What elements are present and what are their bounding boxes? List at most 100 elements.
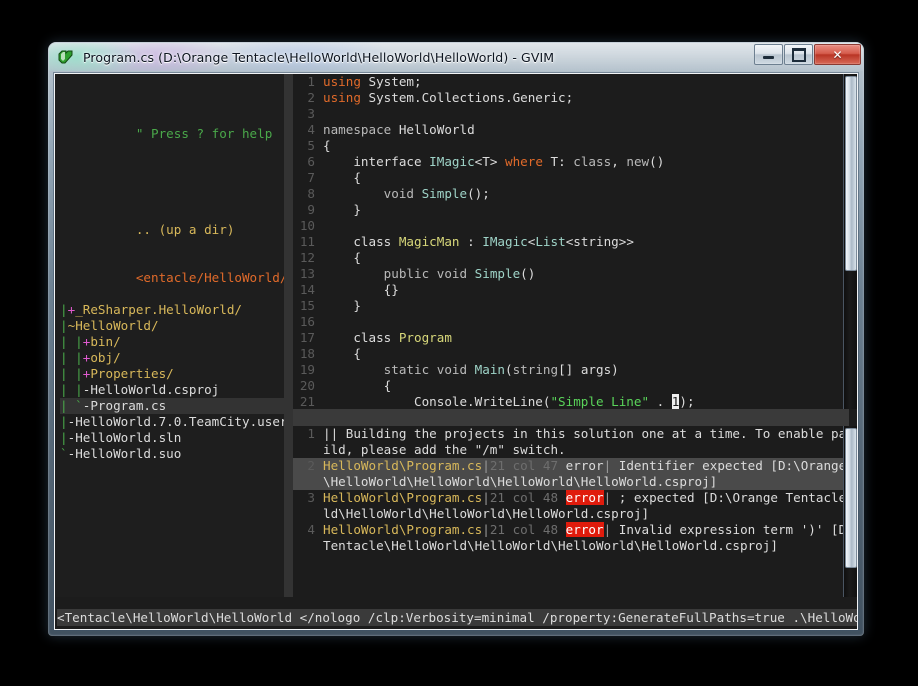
code-line-text: interface IMagic<T> where T: class, new(… [323,154,664,170]
quickfix-entry-wrap-text: ild, please add the "/m" switch. [323,442,566,457]
code-line[interactable]: 17 class Program [293,330,849,346]
code-token: { [323,378,392,393]
tree-item[interactable]: |+_ReSharper.HelloWorld/ [60,302,284,318]
code-line[interactable]: 19 static void Main(string[] args) [293,362,849,378]
code-token: Main [474,362,505,377]
quickfix-entry-wrap-text: \HelloWorld\HelloWorld\HelloWorld\HelloW… [323,474,718,489]
code-line[interactable]: 9 } [293,202,849,218]
code-token: IMagic [482,234,528,249]
titlebar[interactable]: Program.cs (D:\Orange Tentacle\HelloWorl… [48,42,864,72]
code-buffer[interactable]: 1 using System; 2 using System.Collections.… [293,74,849,409]
code-token: class [323,234,399,249]
code-line[interactable]: 3 [293,106,849,122]
code-token: HelloWorld [391,122,475,137]
code-line[interactable]: 10 [293,218,849,234]
tree-item-label: HelloWorld.sln [75,430,182,445]
code-line-text: class Program [323,330,452,346]
quickfix-entry[interactable]: 2 HelloWorld\Program.cs|21 col 47 error| … [293,458,849,490]
line-number: 18 [299,346,315,361]
minimize-button[interactable] [754,44,783,65]
line-number: 1 [307,74,315,89]
error-message: | [482,522,490,537]
tree-item[interactable]: |-HelloWorld.sln [60,430,284,446]
code-token: new [626,154,650,169]
tree-item[interactable]: |-HelloWorld.7.0.TeamCity.user [60,414,284,430]
code-line[interactable]: 8 void Simple(); [293,186,849,202]
quickfix-entry[interactable]: 3 HelloWorld\Program.cs|21 col 48 error| … [293,490,849,522]
buffer-scrollbar-thumb[interactable] [845,76,857,271]
code-token: () [649,154,665,169]
code-token: public void [323,266,475,281]
tree-item[interactable]: | |+bin/ [60,334,284,350]
code-line[interactable]: 4 namespace HelloWorld [293,122,849,138]
code-line[interactable]: 12 { [293,250,849,266]
close-icon: ✕ [832,47,843,62]
code-token: : [459,234,483,249]
tree-up-dir[interactable]: .. (up a dir) [60,206,284,237]
code-token: <string>> [565,234,634,249]
code-line-text: static void Main(string[] args) [323,362,619,378]
tree-item[interactable]: | |+obj/ [60,350,284,366]
minimize-icon [763,56,774,59]
code-line[interactable]: 7 { [293,170,849,186]
line-number: 10 [299,218,315,233]
quickfix-entry-wrap-line: Tentacle\HelloWorld\HelloWorld\HelloWorl… [293,538,849,554]
tree-item[interactable]: | `-Program.cs [60,398,284,414]
tree-item[interactable]: |~HelloWorld/ [60,318,284,334]
error-location: 21 col 48 [489,490,566,505]
line-number: 11 [299,234,315,249]
code-line[interactable]: 18 { [293,346,849,362]
line-number: 3 [307,106,315,121]
file-tree-pane[interactable]: " Press ? for help .. (up a dir) <entacl… [55,74,284,597]
quickfix-entry-line: 3 HelloWorld\Program.cs|21 col 48 error| … [293,490,849,506]
line-number: 6 [307,154,315,169]
tree-help-line: " Press ? for help [135,126,273,141]
quickfix-pane[interactable]: 1 || Building the projects in this soluti… [293,426,849,597]
error-message: Invalid expression term ')' [D:\Orange [618,522,849,537]
code-token: , [611,154,627,169]
quickfix-line-number: 1 [307,426,315,441]
tree-guide: ` [60,446,68,461]
line-number: 19 [299,362,315,377]
line-number: 21 [299,394,315,409]
code-token: { [323,170,361,185]
code-token: void [323,186,422,201]
window-title: Program.cs (D:\Orange Tentacle\HelloWorl… [83,49,555,65]
quickfix-entry[interactable]: 1 || Building the projects in this soluti… [293,426,849,458]
error-badge: error [565,522,604,537]
tree-item-label: bin/ [90,334,121,349]
code-line[interactable]: 5{ [293,138,849,154]
maximize-icon [791,47,806,62]
tree-item[interactable]: | |-HelloWorld.csproj [60,382,284,398]
line-number: 2 [307,90,315,105]
code-line[interactable]: 20 { [293,378,849,394]
code-token: Simple [474,266,521,281]
buffer-scrollbar[interactable] [843,74,857,409]
code-line[interactable]: 2 using System.Collections.Generic; [293,90,849,106]
tree-root-path[interactable]: <entacle/HelloWorld/HelloWorld/ [60,254,284,285]
code-token: System; [360,74,422,89]
code-line[interactable]: 13 public void Simple() [293,266,849,282]
code-line[interactable]: 21 Console.WriteLine("Simple Line" . 1); [293,394,849,409]
error-message: || Building the projects in this solutio… [323,426,849,441]
pane-separator[interactable] [284,74,293,597]
command-line-text[interactable]: <Tentacle\HelloWorld\HelloWorld </nologo… [57,609,857,626]
code-line-text: Console.WriteLine("Simple Line" . 1); [323,394,695,409]
quickfix-entry[interactable]: 4 HelloWorld\Program.cs|21 col 48 error| … [293,522,849,554]
quickfix-entry-wrap-line: ld\HelloWorld\HelloWorld\HelloWorld.cspr… [293,506,849,522]
code-line[interactable]: 1 using System; [293,74,849,90]
tree-item-label: HelloWorld.csproj [90,382,220,397]
code-line[interactable]: 15 } [293,298,849,314]
code-line[interactable]: 14 {} [293,282,849,298]
code-line[interactable]: 11 class MagicMan : IMagic<List<string>> [293,234,849,250]
quickfix-scrollbar-thumb[interactable] [845,428,857,568]
close-button[interactable]: ✕ [814,44,861,65]
tree-item[interactable]: `-HelloWorld.suo [60,446,284,462]
tree-item[interactable]: | |+Properties/ [60,366,284,382]
tree-guide: | | [60,350,83,365]
quickfix-scrollbar[interactable] [843,426,857,597]
code-line[interactable]: 6 interface IMagic<T> where T: class, ne… [293,154,849,170]
code-line[interactable]: 16 [293,314,849,330]
maximize-button[interactable] [784,44,813,65]
code-token: Simple [421,186,468,201]
